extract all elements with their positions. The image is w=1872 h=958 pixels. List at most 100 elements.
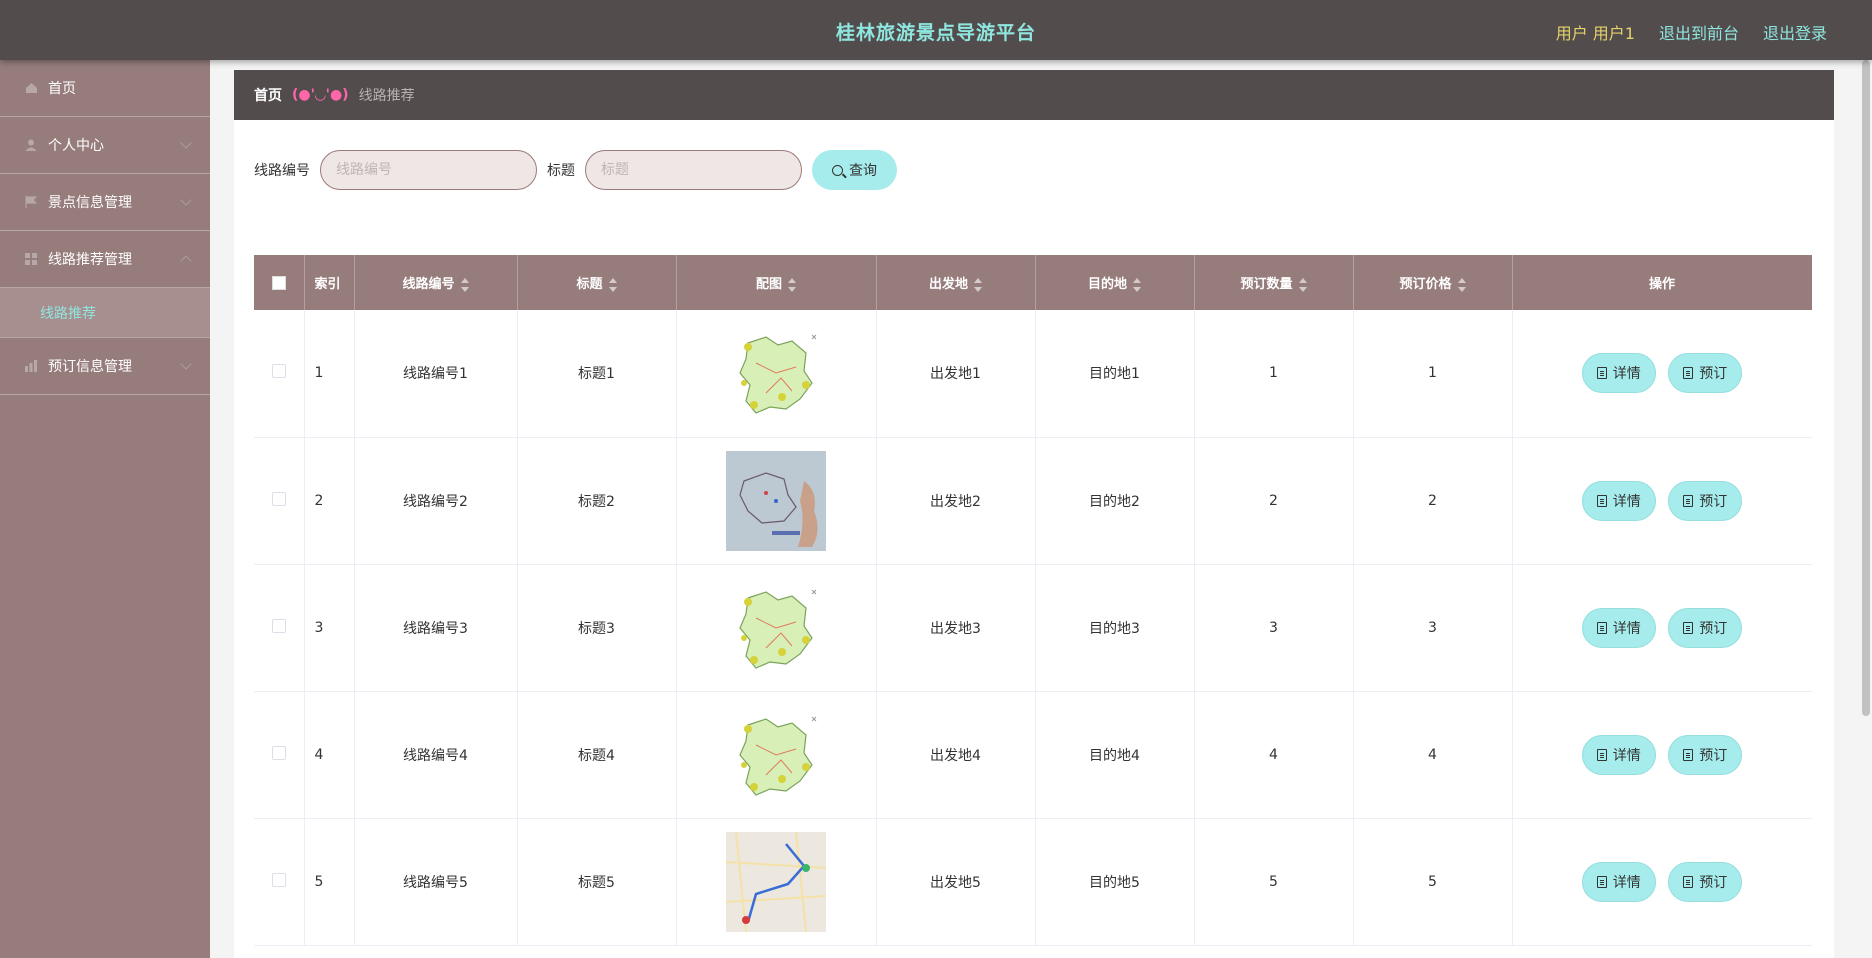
sort-icon[interactable] xyxy=(460,277,469,292)
col-image[interactable]: 配图 xyxy=(676,255,877,310)
sort-icon[interactable] xyxy=(1457,277,1466,292)
table-row: 5 线路编号5 标题5 出发地5 目的地5 5 5 详情 预订 xyxy=(254,818,1812,946)
breadcrumb-separator: (●'◡'●) xyxy=(292,87,349,103)
route-map-image xyxy=(726,831,826,932)
document-icon xyxy=(1683,621,1694,634)
row-checkbox[interactable] xyxy=(271,364,286,379)
table-row: 2 线路编号2 标题2 出发地2 目的地2 2 2 详情 预订 xyxy=(254,437,1812,565)
row-price: 3 xyxy=(1353,564,1513,692)
row-index: 5 xyxy=(304,818,355,946)
detail-button[interactable]: 详情 xyxy=(1581,734,1656,775)
sidebar-item-label: 线路推荐管理 xyxy=(48,252,132,268)
home-icon xyxy=(24,81,38,95)
col-departure[interactable]: 出发地 xyxy=(876,255,1036,310)
select-all-checkbox[interactable] xyxy=(271,275,286,290)
sidebar: 首页 个人中心 景点信息管理 线路推荐管理 线路推荐 预订信息管理 xyxy=(0,60,210,958)
row-index: 2 xyxy=(304,437,355,565)
col-route-number[interactable]: 线路编号 xyxy=(354,255,518,310)
user-icon xyxy=(24,138,38,152)
row-destination: 目的地3 xyxy=(1035,564,1195,692)
sidebar-item-attractions[interactable]: 景点信息管理 xyxy=(0,174,210,231)
document-icon xyxy=(1683,748,1694,761)
chevron-down-icon xyxy=(180,194,192,206)
row-quantity: 5 xyxy=(1194,818,1354,946)
scrollbar-thumb[interactable] xyxy=(1862,60,1870,716)
row-checkbox[interactable] xyxy=(271,872,286,887)
book-button[interactable]: 预订 xyxy=(1668,353,1743,394)
book-button[interactable]: 预订 xyxy=(1668,607,1743,648)
logout-link[interactable]: 退出登录 xyxy=(1763,20,1827,44)
sort-icon[interactable] xyxy=(1133,277,1141,292)
table-row: 4 线路编号4 标题4 出发地4 目的地4 4 4 详情 预订 xyxy=(254,691,1812,819)
sidebar-item-home[interactable]: 首页 xyxy=(0,60,210,117)
route-map-image xyxy=(726,577,826,678)
table-header-row: 索引 线路编号 标题 配图 出发地 目的地 预订数量 预订价格 操作 xyxy=(254,255,1812,310)
chart-icon xyxy=(24,359,38,373)
sort-icon[interactable] xyxy=(974,277,982,292)
document-icon xyxy=(1596,367,1607,380)
row-price: 2 xyxy=(1353,437,1513,565)
row-departure: 出发地4 xyxy=(876,691,1036,819)
row-image-cell xyxy=(676,818,877,946)
detail-button[interactable]: 详情 xyxy=(1581,607,1656,648)
row-departure: 出发地1 xyxy=(876,310,1036,438)
table-row: 1 线路编号1 标题1 出发地1 目的地1 1 1 详情 预订 xyxy=(254,310,1812,438)
route-number-label: 线路编号 xyxy=(254,163,310,179)
document-icon xyxy=(1683,367,1694,380)
row-route-number: 线路编号3 xyxy=(354,564,518,692)
route-number-input[interactable] xyxy=(320,150,537,190)
detail-button[interactable]: 详情 xyxy=(1581,861,1656,902)
row-route-number: 线路编号5 xyxy=(354,818,518,946)
document-icon xyxy=(1683,875,1694,888)
sidebar-item-bookings[interactable]: 预订信息管理 xyxy=(0,338,210,395)
col-title[interactable]: 标题 xyxy=(517,255,677,310)
sidebar-item-routes[interactable]: 线路推荐管理 xyxy=(0,231,210,288)
current-user: 用户 用户1 xyxy=(1555,24,1635,43)
table-row: 3 线路编号3 标题3 出发地3 目的地3 3 3 详情 预订 xyxy=(254,564,1812,692)
breadcrumb-current: 线路推荐 xyxy=(358,88,415,104)
page-scrollbar[interactable] xyxy=(1862,60,1870,958)
col-quantity[interactable]: 预订数量 xyxy=(1194,255,1354,310)
row-image-cell xyxy=(676,564,877,692)
sort-icon[interactable] xyxy=(788,277,796,292)
row-destination: 目的地1 xyxy=(1035,310,1195,438)
chevron-down-icon xyxy=(180,137,192,149)
sidebar-subitem-route-recommend[interactable]: 线路推荐 xyxy=(0,288,210,338)
row-route-number: 线路编号4 xyxy=(354,691,518,819)
sort-icon[interactable] xyxy=(1298,277,1307,292)
row-actions: 详情 预订 xyxy=(1512,691,1812,819)
row-route-number: 线路编号2 xyxy=(354,437,518,565)
book-button[interactable]: 预订 xyxy=(1668,480,1743,521)
row-departure: 出发地3 xyxy=(876,564,1036,692)
book-button[interactable]: 预订 xyxy=(1668,734,1743,775)
row-departure: 出发地2 xyxy=(876,437,1036,565)
row-actions: 详情 预订 xyxy=(1512,437,1812,565)
row-actions: 详情 预订 xyxy=(1512,564,1812,692)
sort-icon[interactable] xyxy=(608,277,617,292)
row-checkbox[interactable] xyxy=(271,618,286,633)
col-destination[interactable]: 目的地 xyxy=(1035,255,1195,310)
detail-button[interactable]: 详情 xyxy=(1581,353,1656,394)
breadcrumb: 首页 (●'◡'●) 线路推荐 xyxy=(234,70,1834,120)
select-all-cell[interactable] xyxy=(254,255,305,310)
route-map-image xyxy=(726,450,826,551)
grid-icon xyxy=(24,252,38,266)
route-map-image xyxy=(726,704,826,805)
book-button[interactable]: 预订 xyxy=(1668,861,1743,902)
col-price[interactable]: 预订价格 xyxy=(1353,255,1513,310)
title-label: 标题 xyxy=(547,163,575,179)
back-to-frontend-link[interactable]: 退出到前台 xyxy=(1659,20,1739,44)
row-quantity: 4 xyxy=(1194,691,1354,819)
search-button[interactable]: 查询 xyxy=(812,150,897,190)
row-checkbox[interactable] xyxy=(271,745,286,760)
sidebar-item-label: 个人中心 xyxy=(48,138,104,154)
row-index: 1 xyxy=(304,310,355,438)
breadcrumb-home[interactable]: 首页 xyxy=(254,85,282,105)
row-title: 标题4 xyxy=(517,691,677,819)
row-checkbox[interactable] xyxy=(271,491,286,506)
detail-button[interactable]: 详情 xyxy=(1581,480,1656,521)
sidebar-item-personal-center[interactable]: 个人中心 xyxy=(0,117,210,174)
title-input[interactable] xyxy=(585,150,802,190)
flag-icon xyxy=(24,195,38,209)
row-image-cell xyxy=(676,437,877,565)
